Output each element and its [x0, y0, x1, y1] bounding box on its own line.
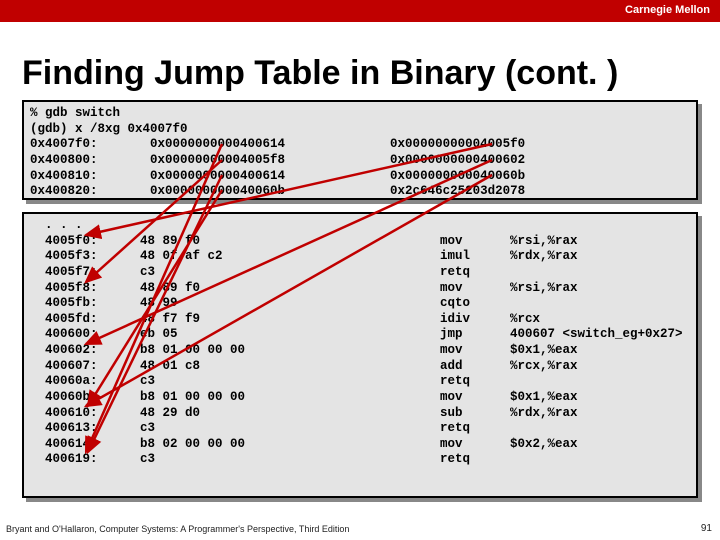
asm-operands: [510, 421, 690, 437]
asm-operands: %rsi,%rax: [510, 234, 690, 250]
asm-addr: 400614:: [30, 437, 140, 453]
slide-title: Finding Jump Table in Binary (cont. ): [22, 54, 618, 93]
asm-mnemonic: mov: [440, 234, 510, 250]
asm-addr: 4005fb:: [30, 296, 140, 312]
asm-addr: 400602:: [30, 343, 140, 359]
asm-bytes: 48 89 f0: [140, 234, 440, 250]
asm-addr: 4005f7:: [30, 265, 140, 281]
asm-operands: [510, 374, 690, 390]
asm-mnemonic: retq: [440, 421, 510, 437]
asm-mnemonic: add: [440, 359, 510, 375]
asm-mnemonic: retq: [440, 374, 510, 390]
asm-row: 400607:48 01 c8add%rcx,%rax: [30, 359, 690, 375]
footer-text: Bryant and O'Hallaron, Computer Systems:…: [6, 524, 349, 534]
asm-addr: 4005f8:: [30, 281, 140, 297]
asm-row: 4005fb:48 99cqto: [30, 296, 690, 312]
asm-bytes: b8 01 00 00 00: [140, 390, 440, 406]
asm-bytes: c3: [140, 452, 440, 468]
asm-operands: [510, 296, 690, 312]
asm-operands: $0x2,%eax: [510, 437, 690, 453]
brand-text: Carnegie Mellon: [625, 4, 710, 16]
asm-bytes: 48 01 c8: [140, 359, 440, 375]
asm-mnemonic: mov: [440, 437, 510, 453]
asm-row: 40060a:c3retq: [30, 374, 690, 390]
asm-bytes: 48 99: [140, 296, 440, 312]
asm-mnemonic: mov: [440, 281, 510, 297]
asm-addr: 400610:: [30, 406, 140, 422]
asm-operands: %rdx,%rax: [510, 406, 690, 422]
brand-bar: Carnegie Mellon: [0, 0, 720, 22]
asm-bytes: 48 29 d0: [140, 406, 440, 422]
asm-row: 4005f7:c3retq: [30, 265, 690, 281]
asm-operands: [510, 265, 690, 281]
asm-row: 4005f3:48 0f af c2imul%rdx,%rax: [30, 249, 690, 265]
asm-mnemonic: jmp: [440, 327, 510, 343]
asm-bytes: c3: [140, 374, 440, 390]
asm-row: 400602:b8 01 00 00 00mov$0x1,%eax: [30, 343, 690, 359]
asm-row: 400614:b8 02 00 00 00mov$0x2,%eax: [30, 437, 690, 453]
asm-mnemonic: mov: [440, 390, 510, 406]
asm-mnemonic: idiv: [440, 312, 510, 328]
asm-row: 400613:c3retq: [30, 421, 690, 437]
asm-bytes: c3: [140, 421, 440, 437]
asm-addr: 40060a:: [30, 374, 140, 390]
asm-bytes: 48 0f af c2: [140, 249, 440, 265]
asm-operands: %rdx,%rax: [510, 249, 690, 265]
asm-bytes: eb 05: [140, 327, 440, 343]
asm-addr: 4005f0:: [30, 234, 140, 250]
asm-mnemonic: cqto: [440, 296, 510, 312]
asm-operands: %rsi,%rax: [510, 281, 690, 297]
asm-mnemonic: sub: [440, 406, 510, 422]
disassembly-box: . . . 4005f0:48 89 f0mov%rsi,%rax 4005f3…: [22, 212, 698, 498]
asm-row: 4005fd:48 f7 f9idiv%rcx: [30, 312, 690, 328]
asm-addr: 400619:: [30, 452, 140, 468]
asm-operands: $0x1,%eax: [510, 390, 690, 406]
asm-row: 4005f0:48 89 f0mov%rsi,%rax: [30, 234, 690, 250]
asm-bytes: b8 01 00 00 00: [140, 343, 440, 359]
asm-row: 4005f8:48 89 f0mov%rsi,%rax: [30, 281, 690, 297]
asm-mnemonic: retq: [440, 452, 510, 468]
asm-operands: [510, 452, 690, 468]
asm-mnemonic: mov: [440, 343, 510, 359]
asm-row: 400600:eb 05jmp400607 <switch_eg+0x27>: [30, 327, 690, 343]
asm-mnemonic: imul: [440, 249, 510, 265]
asm-mnemonic: retq: [440, 265, 510, 281]
asm-ellipsis: . . .: [30, 218, 690, 234]
asm-operands: $0x1,%eax: [510, 343, 690, 359]
asm-row: 400619:c3retq: [30, 452, 690, 468]
asm-bytes: 48 f7 f9: [140, 312, 440, 328]
asm-addr: 400600:: [30, 327, 140, 343]
page-number: 91: [701, 523, 712, 534]
asm-addr: 400613:: [30, 421, 140, 437]
asm-operands: %rcx: [510, 312, 690, 328]
asm-row: 400610:48 29 d0sub%rdx,%rax: [30, 406, 690, 422]
asm-addr: 4005fd:: [30, 312, 140, 328]
asm-addr: 40060b:: [30, 390, 140, 406]
asm-operands: 400607 <switch_eg+0x27>: [510, 327, 690, 343]
gdb-output-box: % gdb switch (gdb) x /8xg 0x4007f0 0x400…: [22, 100, 698, 200]
asm-bytes: 48 89 f0: [140, 281, 440, 297]
asm-row: 40060b:b8 01 00 00 00mov$0x1,%eax: [30, 390, 690, 406]
asm-bytes: c3: [140, 265, 440, 281]
asm-bytes: b8 02 00 00 00: [140, 437, 440, 453]
asm-operands: %rcx,%rax: [510, 359, 690, 375]
asm-addr: 4005f3:: [30, 249, 140, 265]
asm-addr: 400607:: [30, 359, 140, 375]
